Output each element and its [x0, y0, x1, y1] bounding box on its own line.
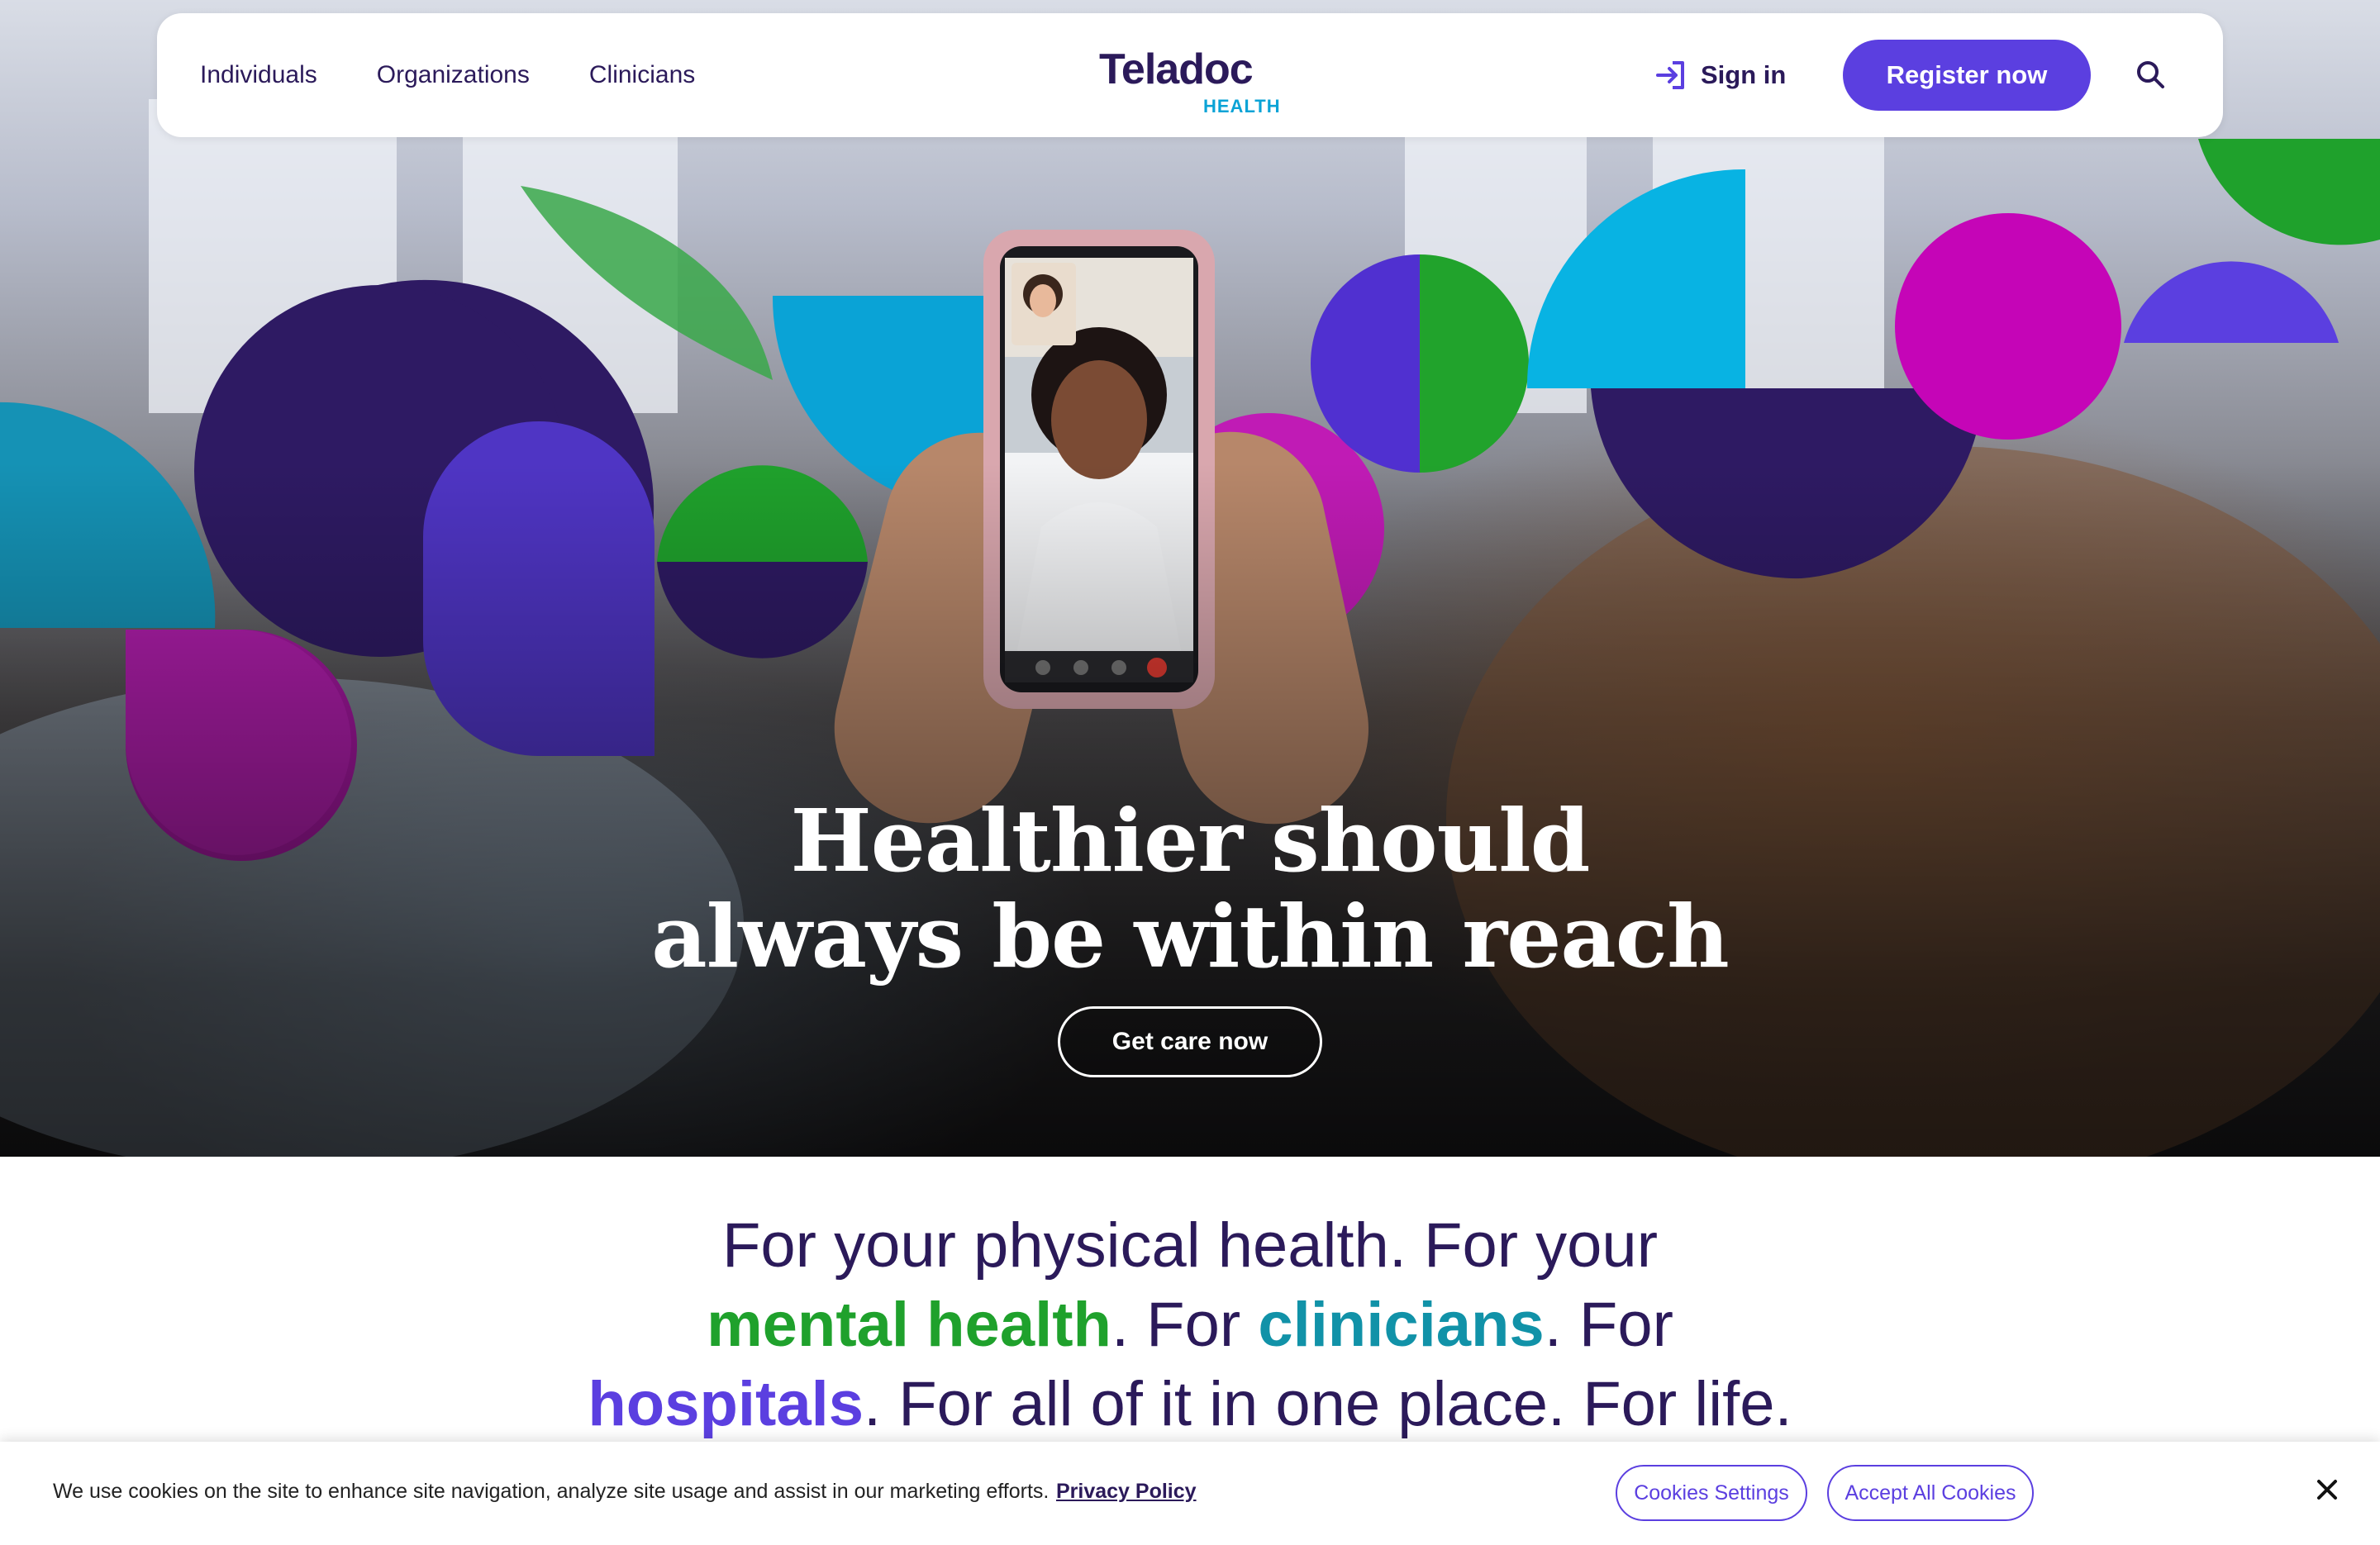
nav-link-individuals[interactable]: Individuals: [200, 61, 317, 89]
close-icon: [2317, 1480, 2337, 1500]
cookies-settings-button[interactable]: Cookies Settings: [1616, 1465, 1807, 1521]
get-care-now-button[interactable]: Get care now: [1058, 1006, 1322, 1077]
tagline-section: For your physical health. For your menta…: [0, 1206, 2380, 1444]
search-button[interactable]: [2132, 56, 2170, 94]
search-icon: [2137, 61, 2164, 88]
privacy-policy-link[interactable]: Privacy Policy: [1056, 1480, 1197, 1504]
top-navigation: Individuals Organizations Clinicians Tel…: [157, 13, 2223, 137]
teladoc-logo[interactable]: Teladoc HEALTH: [1089, 38, 1288, 121]
logo-subtitle: HEALTH: [1203, 96, 1281, 116]
logo-wordmark: Teladoc: [1099, 45, 1254, 93]
tagline-text-2: . For: [1111, 1290, 1259, 1360]
close-cookie-button[interactable]: [2311, 1473, 2344, 1506]
accept-all-cookies-button[interactable]: Accept All Cookies: [1827, 1465, 2034, 1521]
hero-title: Healthier should always be within reach: [0, 793, 2380, 985]
sign-in-link[interactable]: Sign in: [1654, 55, 1786, 96]
tagline-mental-health: mental health: [707, 1290, 1111, 1360]
hero-title-line1: Healthier should: [790, 790, 1590, 891]
cookie-message: We use cookies on the site to enhance si…: [53, 1480, 1050, 1503]
hero-section: Healthier should always be within reach …: [0, 0, 2380, 1157]
tagline-text-4: . For all of it in one place. For life.: [864, 1369, 1792, 1439]
tagline-hospitals: hospitals: [588, 1369, 864, 1439]
primary-nav: Individuals Organizations Clinicians: [200, 13, 695, 137]
tagline-text-1: For your physical health. For your: [721, 1210, 1659, 1281]
sign-in-icon: [1656, 61, 1684, 89]
register-now-button[interactable]: Register now: [1843, 40, 2091, 111]
sign-in-label: Sign in: [1701, 60, 1787, 89]
tagline-text-3: . For: [1544, 1290, 1673, 1360]
cookie-banner: We use cookies on the site to enhance si…: [0, 1442, 2380, 1545]
hero-title-line2: always be within reach: [651, 886, 1729, 987]
nav-link-clinicians[interactable]: Clinicians: [589, 61, 695, 89]
tagline-clinicians: clinicians: [1258, 1290, 1545, 1360]
nav-link-organizations[interactable]: Organizations: [377, 61, 530, 89]
